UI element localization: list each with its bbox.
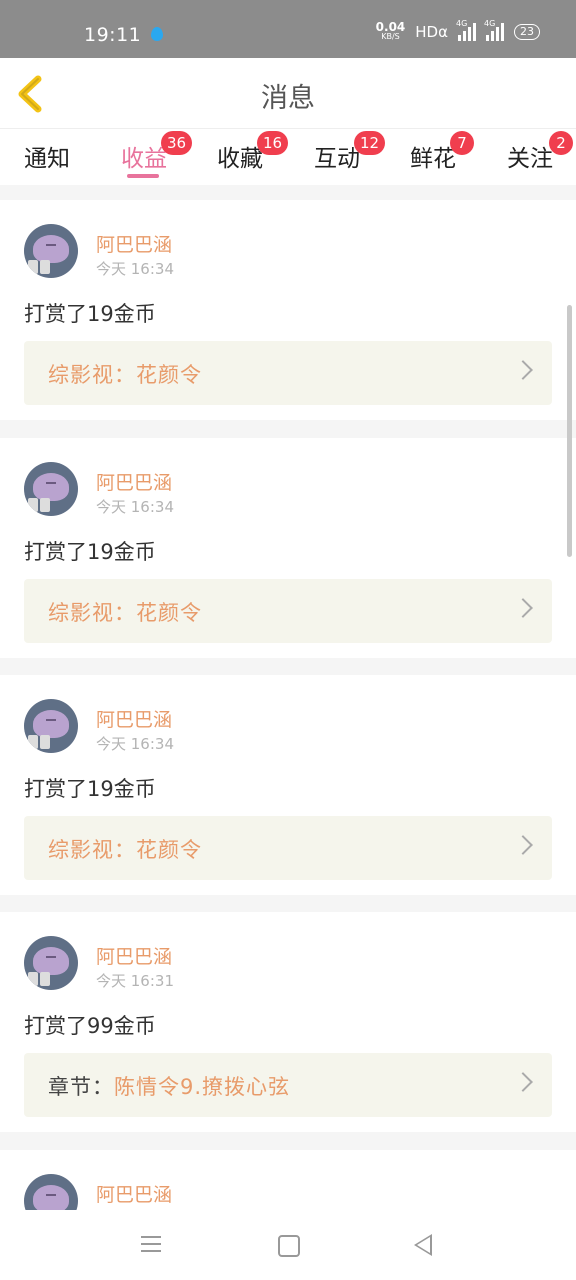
message-action: 打赏了99金币	[24, 1014, 156, 1038]
tab-flowers[interactable]: 鲜花 7	[410, 131, 474, 173]
tab-bar: 通知 收益 36 收藏 16 互动 12 鲜花 7 关注 2	[0, 128, 576, 185]
message-action: 打赏了19金币	[24, 302, 156, 326]
tab-interactions[interactable]: 互动 12	[314, 131, 386, 173]
system-nav-bar	[0, 1210, 576, 1280]
tab-badge: 7	[450, 131, 474, 155]
message-card: 阿巴巴涵	[0, 1150, 576, 1228]
username[interactable]: 阿巴巴涵	[96, 230, 172, 257]
tab-label: 互动	[314, 146, 360, 172]
avatar[interactable]	[24, 224, 78, 278]
network-speed: 0.04 KB/S	[375, 20, 406, 42]
signal-type-label-2: 4G	[484, 19, 496, 28]
message-time: 今天 16:34	[96, 735, 174, 753]
hd-indicator: HDα	[415, 23, 448, 41]
signal-icon: 4G	[456, 19, 476, 41]
tab-label: 通知	[24, 146, 70, 172]
avatar[interactable]	[24, 936, 78, 990]
network-speed-unit: KB/S	[381, 32, 400, 41]
message-time: 今天 16:34	[96, 260, 174, 278]
page-title: 消息	[261, 83, 315, 114]
menu-icon[interactable]	[141, 1236, 161, 1252]
chevron-right-icon	[513, 360, 533, 380]
tab-follows[interactable]: 关注 2	[507, 131, 573, 173]
username[interactable]: 阿巴巴涵	[96, 705, 172, 732]
status-bar: 19:11 0.04 KB/S HDα 4G 4G 23	[0, 0, 576, 58]
scrollbar[interactable]	[567, 305, 572, 557]
message-card: 阿巴巴涵 今天 16:34 打赏了19金币 综影视：花颜令	[0, 200, 576, 420]
status-right-group: 0.04 KB/S HDα 4G 4G 23	[375, 19, 540, 42]
avatar[interactable]	[24, 462, 78, 516]
tab-badge: 16	[257, 131, 289, 155]
chevron-right-icon	[513, 598, 533, 618]
message-action: 打赏了19金币	[24, 777, 156, 801]
username[interactable]: 阿巴巴涵	[96, 468, 172, 495]
battery-icon: 23	[514, 24, 540, 40]
work-link[interactable]: 综影视：花颜令	[24, 579, 552, 643]
tab-label: 关注	[507, 146, 553, 172]
message-action: 打赏了19金币	[24, 540, 156, 564]
tab-earnings[interactable]: 收益 36	[121, 131, 193, 173]
work-link-text: 综影视：花颜令	[48, 363, 202, 387]
tab-badge: 2	[549, 131, 573, 155]
signal-type-label: 4G	[456, 19, 468, 28]
message-time: 今天 16:34	[96, 498, 174, 516]
work-link-text: 综影视：花颜令	[48, 601, 202, 625]
water-drop-icon	[151, 27, 163, 41]
message-time: 今天 16:31	[96, 972, 174, 990]
tab-label: 收藏	[217, 146, 263, 172]
username[interactable]: 阿巴巴涵	[96, 942, 172, 969]
username[interactable]: 阿巴巴涵	[96, 1180, 172, 1207]
avatar[interactable]	[24, 699, 78, 753]
network-speed-value: 0.04	[375, 20, 406, 34]
chevron-right-icon	[513, 835, 533, 855]
tab-label: 收益	[121, 146, 167, 172]
app-header: 消息	[0, 58, 576, 130]
chapter-link[interactable]: 章节：陈情令9.撩拨心弦	[24, 1053, 552, 1117]
status-time: 19:11	[84, 24, 142, 46]
tab-notifications[interactable]: 通知	[24, 139, 70, 173]
message-card: 阿巴巴涵 今天 16:34 打赏了19金币 综影视：花颜令	[0, 675, 576, 895]
chapter-link-text: 章节：陈情令9.撩拨心弦	[48, 1075, 291, 1099]
work-link[interactable]: 综影视：花颜令	[24, 341, 552, 405]
tab-badge: 36	[161, 131, 193, 155]
work-link[interactable]: 综影视：花颜令	[24, 816, 552, 880]
tab-label: 鲜花	[410, 146, 456, 172]
signal-icon-2: 4G	[484, 19, 504, 41]
tab-badge: 12	[354, 131, 386, 155]
work-link-text: 综影视：花颜令	[48, 838, 202, 862]
chevron-right-icon	[513, 1072, 533, 1092]
home-icon[interactable]	[278, 1235, 300, 1257]
back-triangle-icon[interactable]	[414, 1234, 432, 1256]
message-card: 阿巴巴涵 今天 16:34 打赏了19金币 综影视：花颜令	[0, 438, 576, 658]
tab-favorites[interactable]: 收藏 16	[217, 131, 289, 173]
message-card: 阿巴巴涵 今天 16:31 打赏了99金币 章节：陈情令9.撩拨心弦	[0, 912, 576, 1132]
active-tab-indicator	[127, 174, 159, 178]
